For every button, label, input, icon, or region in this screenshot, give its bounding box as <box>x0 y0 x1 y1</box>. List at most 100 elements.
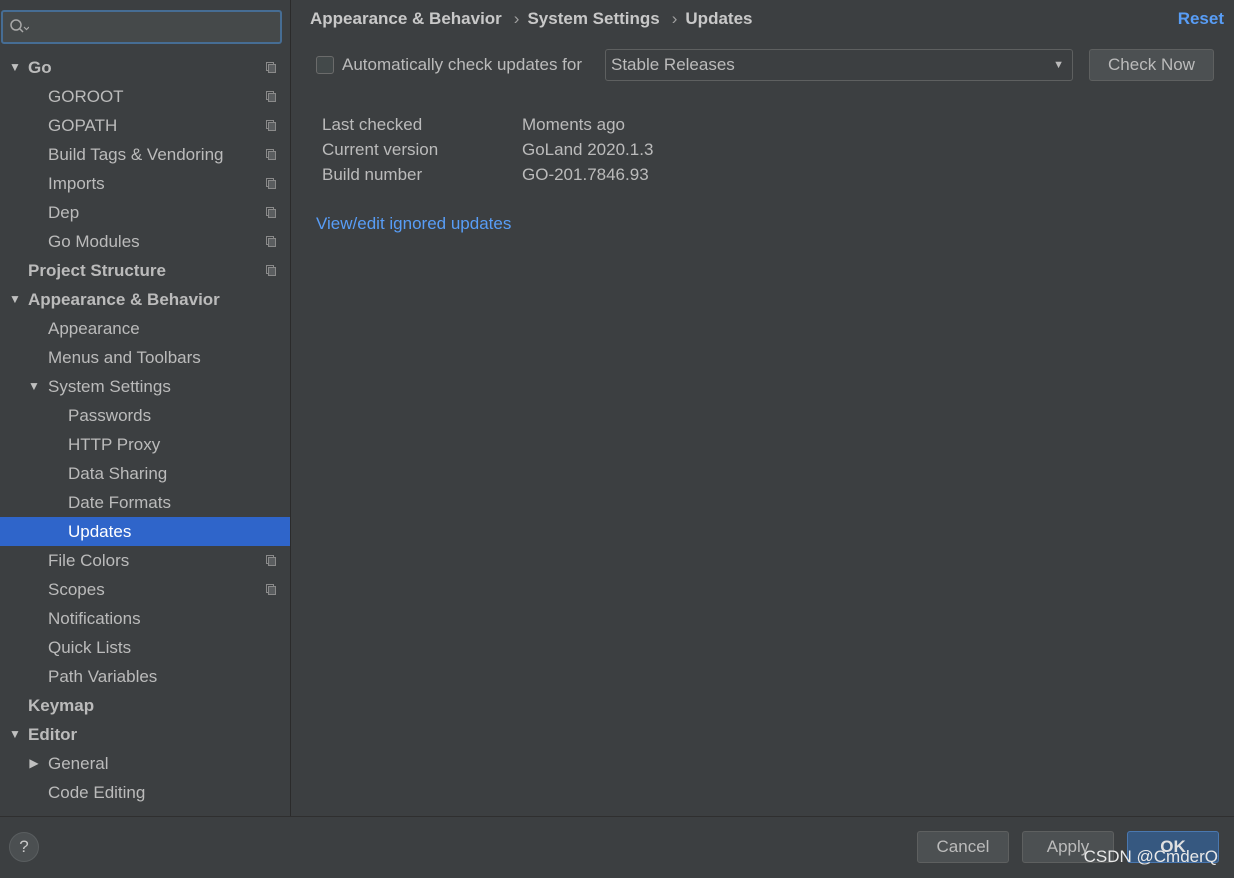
sidebar-item[interactable]: GOPATH <box>0 111 290 140</box>
sidebar-item[interactable]: Project Structure <box>0 256 290 285</box>
sidebar-item[interactable]: ▼ Go <box>0 53 290 82</box>
settings-tree: ▼ Go GOROOT GOPATH Build Tags & Vendoring Imp… <box>0 53 290 807</box>
check-now-button[interactable]: Check Now <box>1089 49 1214 81</box>
info-key: Build number <box>322 165 423 184</box>
sidebar-item[interactable]: Date Formats <box>0 488 290 517</box>
triangle-down-icon[interactable]: ▼ <box>8 53 22 82</box>
project-scope-icon <box>266 91 276 102</box>
sidebar-item[interactable]: File Colors <box>0 546 290 575</box>
project-scope-icon <box>266 555 276 566</box>
sidebar-item-label: Dep <box>48 203 80 222</box>
project-scope-icon <box>266 178 276 189</box>
sidebar-item-label: Go <box>28 58 52 77</box>
breadcrumb-item: Appearance & Behavior <box>310 9 502 28</box>
breadcrumb-item: Updates <box>685 9 753 28</box>
info-value: GO-201.7846.93 <box>522 165 649 184</box>
info-row: Build number GO-201.7846.93 <box>322 162 653 187</box>
watermark-text: CSDN @CmderQ <box>1083 847 1218 866</box>
settings-search-box[interactable] <box>1 10 282 44</box>
project-scope-icon <box>266 62 276 73</box>
sidebar-item[interactable]: Appearance <box>0 314 290 343</box>
sidebar-item[interactable]: Path Variables <box>0 662 290 691</box>
sidebar-item-label: Date Formats <box>68 493 171 512</box>
sidebar-item[interactable]: ▶ General <box>0 749 290 778</box>
sidebar-item[interactable]: Notifications <box>0 604 290 633</box>
sidebar-item-label: Code Editing <box>48 783 146 802</box>
triangle-down-icon[interactable]: ▼ <box>8 285 22 314</box>
sidebar-item-label: Scopes <box>48 580 105 599</box>
auto-check-checkbox[interactable] <box>316 56 334 74</box>
sidebar-item-label: Passwords <box>68 406 152 425</box>
project-scope-icon <box>266 265 276 276</box>
info-value: Moments ago <box>522 115 625 134</box>
sidebar-item-label: Build Tags & Vendoring <box>48 145 224 164</box>
info-value: GoLand 2020.1.3 <box>522 140 654 159</box>
auto-check-label[interactable]: Automatically check updates for <box>342 55 582 75</box>
sidebar-item[interactable]: HTTP Proxy <box>0 430 290 459</box>
sidebar-item-label: Imports <box>48 174 105 193</box>
sidebar-item-label: Go Modules <box>48 232 140 251</box>
triangle-down-icon[interactable]: ▼ <box>27 372 41 401</box>
settings-search-input[interactable] <box>35 15 275 39</box>
reset-link[interactable]: Reset <box>1178 8 1224 30</box>
sidebar-item[interactable]: Quick Lists <box>0 633 290 662</box>
sidebar-item[interactable]: Updates <box>0 517 290 546</box>
search-icon <box>10 19 29 33</box>
info-key: Last checked <box>322 115 423 134</box>
auto-check-row[interactable]: Automatically check updates for <box>316 50 582 80</box>
sidebar-item-label: Menus and Toolbars <box>48 348 201 367</box>
version-info-table: Last checked Moments ago Current version… <box>322 112 653 187</box>
breadcrumb-item: System Settings <box>527 9 660 28</box>
sidebar-item[interactable]: Code Editing <box>0 778 290 807</box>
sidebar-item[interactable]: Build Tags & Vendoring <box>0 140 290 169</box>
sidebar-item-label: Data Sharing <box>68 464 168 483</box>
sidebar-item[interactable]: GOROOT <box>0 82 290 111</box>
sidebar-item-label: GOROOT <box>48 87 124 106</box>
sidebar-item-label: Quick Lists <box>48 638 132 657</box>
settings-content-panel: Appearance & Behavior › System Settings › Up… <box>292 0 1234 816</box>
sidebar-item-label: Project Structure <box>28 261 166 280</box>
sidebar-item[interactable]: Scopes <box>0 575 290 604</box>
info-row: Current version GoLand 2020.1.3 <box>322 137 653 162</box>
breadcrumb-separator: › <box>671 9 678 28</box>
sidebar-item-label: General <box>48 754 109 773</box>
breadcrumb: Appearance & Behavior › System Settings › Up… <box>310 8 752 30</box>
breadcrumb-separator: › <box>513 9 520 28</box>
sidebar-item-label: Updates <box>68 522 132 541</box>
sidebar-item[interactable]: Keymap <box>0 691 290 720</box>
sidebar-item[interactable]: ▼ Appearance & Behavior <box>0 285 290 314</box>
sidebar-item[interactable]: ▼ Editor <box>0 720 290 749</box>
dialog-footer: ? Cancel Apply OK CSDN @CmderQ <box>0 816 1234 878</box>
project-scope-icon <box>266 207 276 218</box>
project-scope-icon <box>266 120 276 131</box>
sidebar-item[interactable]: Passwords <box>0 401 290 430</box>
sidebar-item-label: Appearance & Behavior <box>28 290 220 309</box>
triangle-down-icon[interactable]: ▼ <box>8 720 22 749</box>
sidebar-item[interactable]: Imports <box>0 169 290 198</box>
sidebar-item[interactable]: Menus and Toolbars <box>0 343 290 372</box>
sidebar-item-label: File Colors <box>48 551 130 570</box>
project-scope-icon <box>266 584 276 595</box>
sidebar-item[interactable]: Go Modules <box>0 227 290 256</box>
settings-sidebar: ▼ Go GOROOT GOPATH Build Tags & Vendoring Imp… <box>0 0 291 816</box>
help-button[interactable]: ? <box>9 832 39 862</box>
sidebar-item-label: Editor <box>28 725 78 744</box>
sidebar-item-label: Appearance <box>48 319 140 338</box>
info-key: Current version <box>322 140 439 159</box>
sidebar-item[interactable]: Dep <box>0 198 290 227</box>
update-channel-value: Stable Releases <box>611 55 735 74</box>
sidebar-item[interactable]: ▼ System Settings <box>0 372 290 401</box>
update-channel-dropdown[interactable]: Stable Releases ▼ <box>605 49 1073 81</box>
view-ignored-updates-link[interactable]: View/edit ignored updates <box>316 212 511 236</box>
sidebar-item-label: Path Variables <box>48 667 158 686</box>
triangle-right-icon[interactable]: ▶ <box>27 749 41 778</box>
sidebar-item-label: HTTP Proxy <box>68 435 161 454</box>
sidebar-item-label: System Settings <box>48 377 171 396</box>
sidebar-item[interactable]: Data Sharing <box>0 459 290 488</box>
chevron-down-icon: ▼ <box>1053 59 1064 71</box>
cancel-button[interactable]: Cancel <box>917 831 1009 863</box>
sidebar-item-label: GOPATH <box>48 116 118 135</box>
project-scope-icon <box>266 149 276 160</box>
info-row: Last checked Moments ago <box>322 112 653 137</box>
sidebar-item-label: Notifications <box>48 609 141 628</box>
